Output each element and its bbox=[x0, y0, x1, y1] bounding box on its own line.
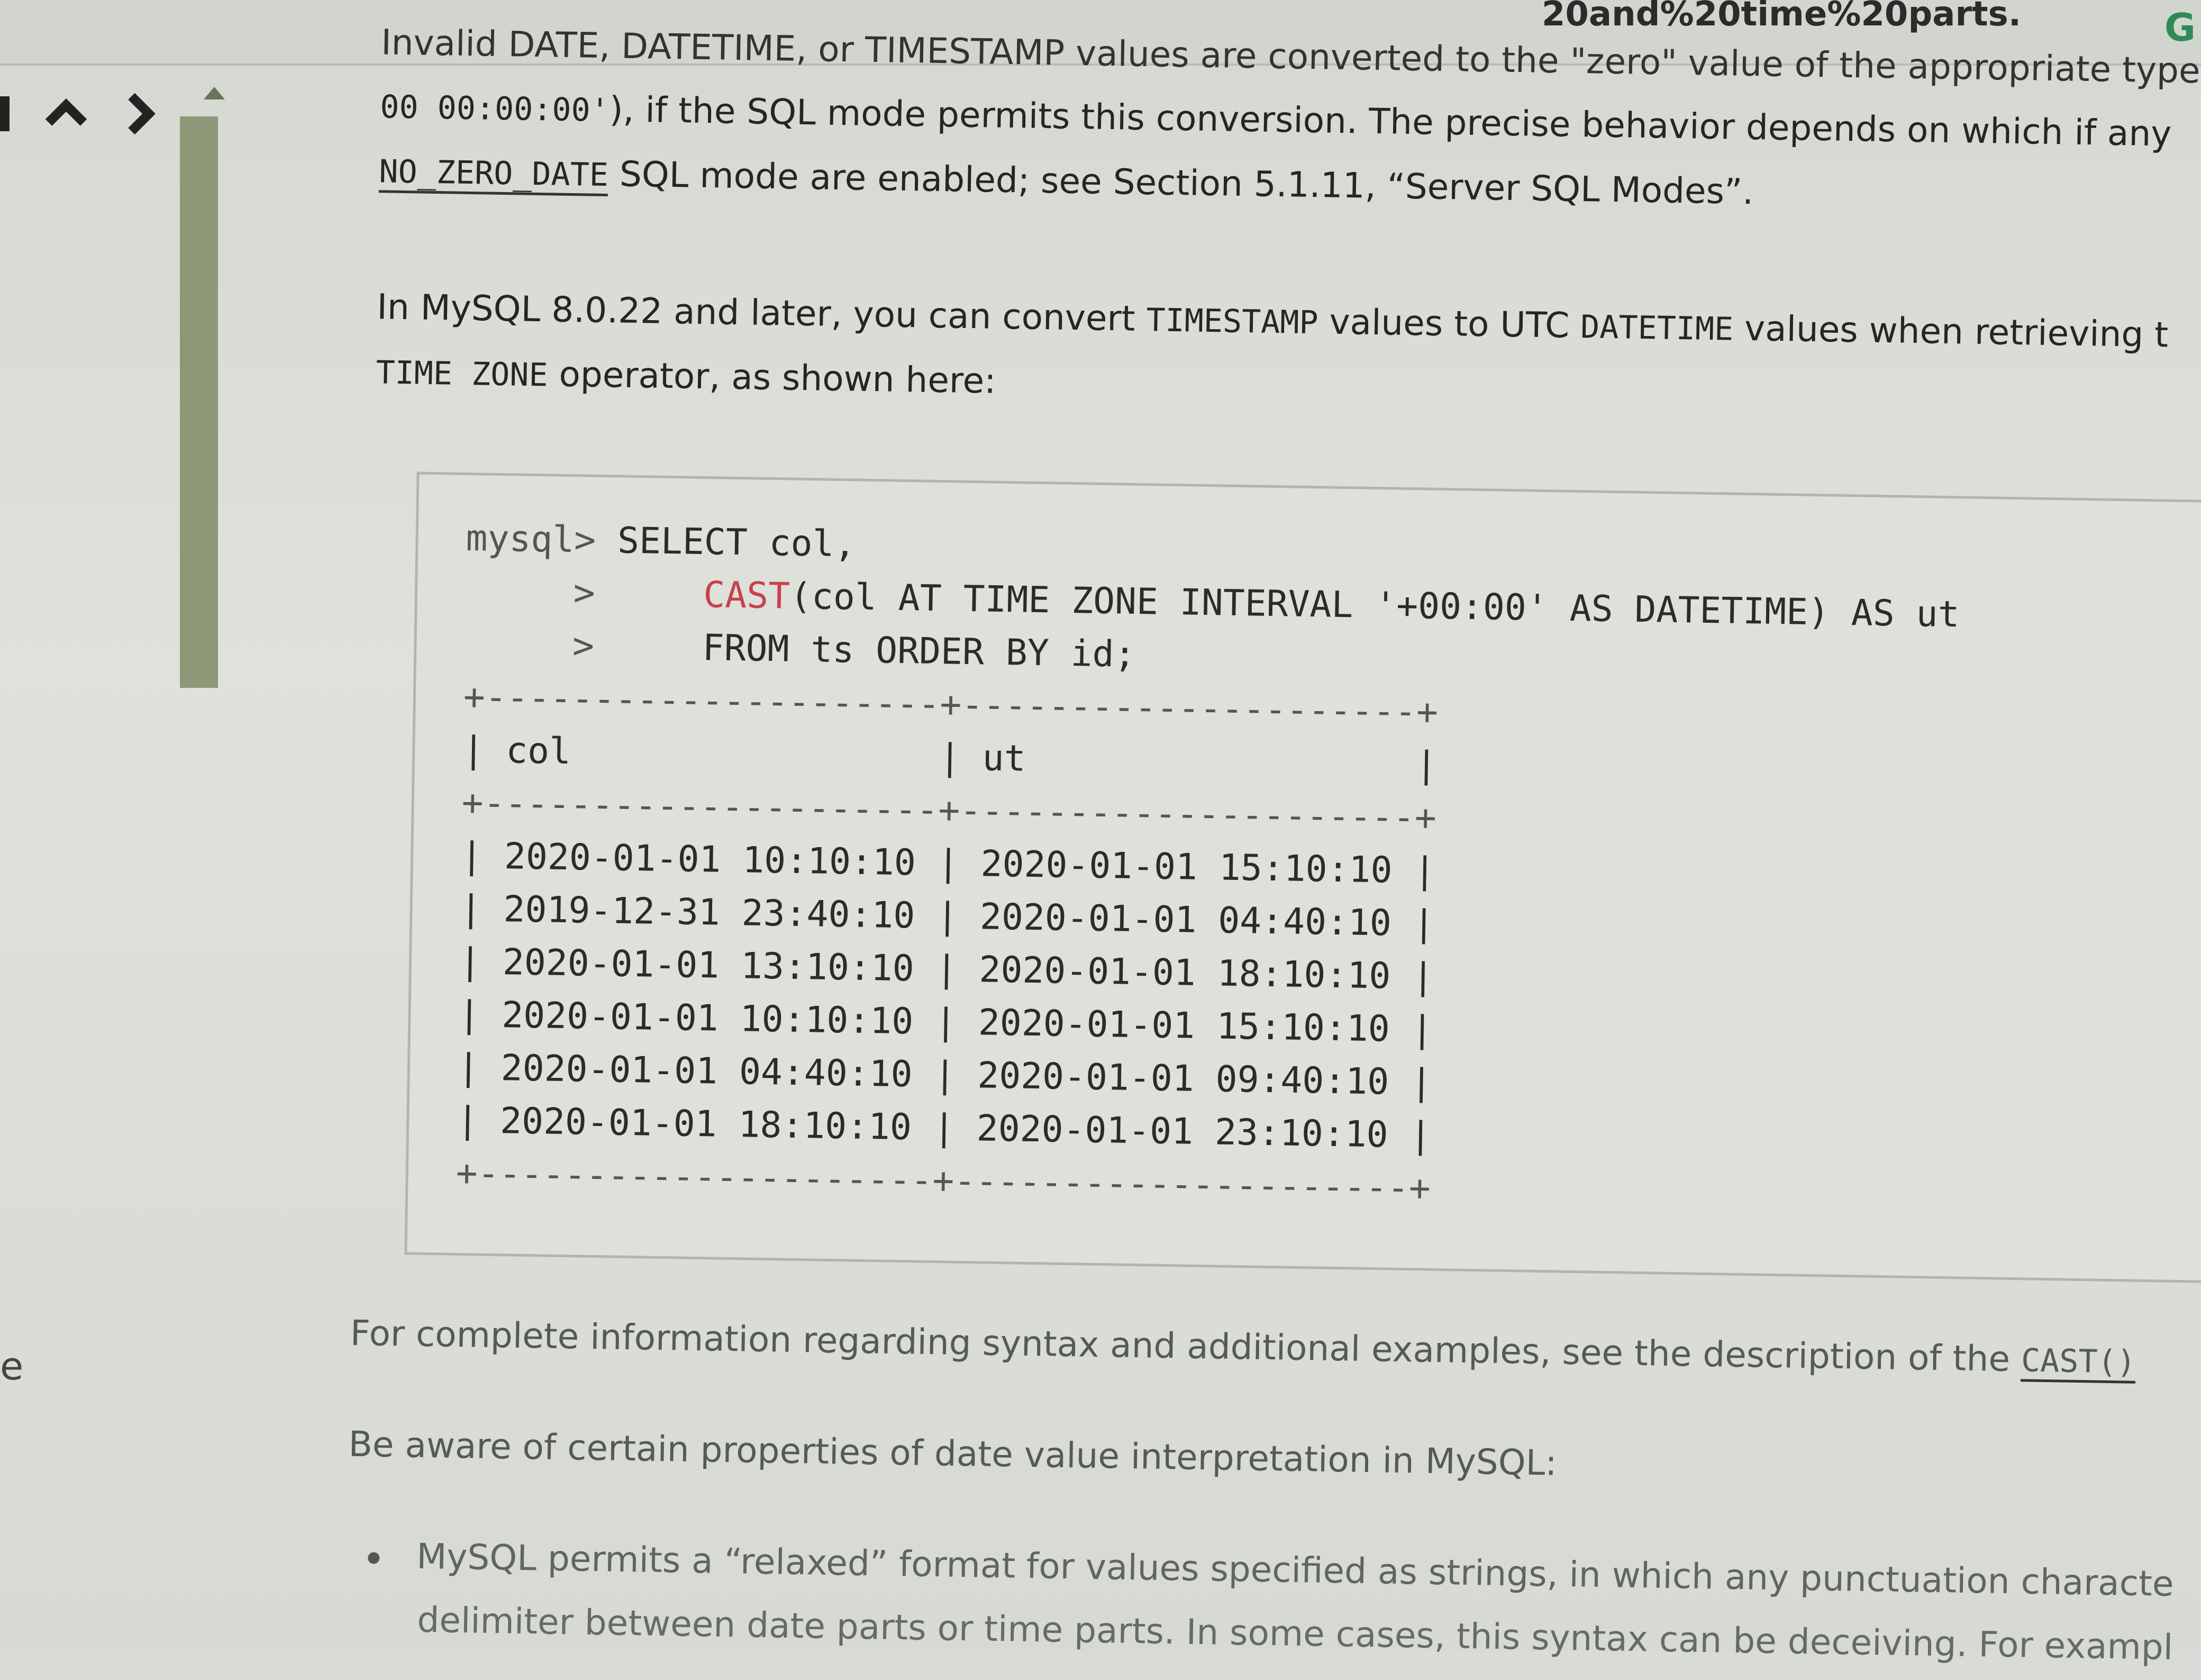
code-keyword-cast: CAST bbox=[703, 574, 790, 617]
inline-code: TIMESTAMP bbox=[1145, 302, 1319, 342]
result-row: | 2020-01-01 10:10:10 | 2020-01-01 15:10… bbox=[458, 993, 1434, 1051]
code-continuation: > bbox=[463, 623, 703, 669]
paragraph-text: values to UTC bbox=[1317, 301, 1581, 346]
paragraph-text: For complete information regarding synta… bbox=[350, 1312, 2022, 1380]
result-cell: 2020-01-01 18:10:10 bbox=[499, 1100, 912, 1149]
address-bar-url[interactable]: 20and%20time%20parts. bbox=[1542, 0, 2021, 34]
inline-code: DATETIME bbox=[1580, 308, 1734, 348]
inline-code: 00 00:00:00' bbox=[379, 88, 610, 130]
documentation-content: Invalid DATE, DATETIME, or TIMESTAMP val… bbox=[345, 22, 2201, 1679]
result-cell: 2020-01-01 13:10:10 bbox=[502, 941, 915, 990]
sql-mode-link[interactable]: NO_ZERO_DATE bbox=[378, 153, 609, 197]
bullet-icon bbox=[368, 1552, 380, 1564]
result-cell: 2020-01-01 18:10:10 bbox=[978, 949, 1391, 997]
result-separator: +---------------------+-----------------… bbox=[463, 676, 1439, 733]
result-row: | 2020-01-01 13:10:10 | 2020-01-01 18:10… bbox=[459, 940, 1434, 998]
code-continuation: > bbox=[465, 570, 704, 616]
paragraph-text: SQL mode are enabled; see Section 5.1.11… bbox=[608, 153, 1754, 213]
paragraph-cast-reference: For complete information regarding synta… bbox=[350, 1302, 2136, 1394]
code-line: SELECT col, bbox=[595, 519, 857, 566]
result-cell: 2020-01-01 23:10:10 bbox=[976, 1107, 1389, 1156]
result-header-col: col bbox=[505, 730, 571, 773]
result-cell: 2020-01-01 10:10:10 bbox=[504, 836, 916, 884]
cast-function-link[interactable]: CAST() bbox=[2021, 1342, 2136, 1384]
result-cell: 2020-01-01 15:10:10 bbox=[980, 843, 1393, 892]
code-example-box: mysql> SELECT col, > CAST(col AT TIME ZO… bbox=[404, 471, 2201, 1283]
code-prompt: mysql> bbox=[465, 517, 596, 561]
result-row: | 2020-01-01 18:10:10 | 2020-01-01 23:10… bbox=[456, 1099, 1432, 1157]
inline-code: TIME ZONE bbox=[375, 354, 549, 394]
screen: 20and%20time%20parts. G e Invalid DATE, … bbox=[0, 0, 2201, 1668]
result-cell: 2020-01-01 04:40:10 bbox=[501, 1047, 913, 1096]
nav-up-icon[interactable] bbox=[37, 85, 95, 143]
nav-home-icon[interactable] bbox=[0, 85, 21, 143]
sidebar-edge-text: e bbox=[0, 1344, 24, 1388]
nav-next-icon[interactable] bbox=[111, 85, 169, 143]
result-row: | 2020-01-01 10:10:10 | 2020-01-01 15:10… bbox=[460, 834, 1436, 892]
scrollbar-thumb[interactable] bbox=[180, 116, 218, 688]
paragraph-text: operator, as shown here: bbox=[548, 353, 997, 402]
paragraph-text: In MySQL 8.0.22 and later, you can conve… bbox=[376, 286, 1147, 340]
paragraph-text: ), if the SQL mode permits this conversi… bbox=[609, 89, 2172, 155]
result-header-ut: ut bbox=[982, 737, 1026, 780]
result-cell: 2020-01-01 15:10:10 bbox=[978, 1002, 1390, 1050]
code-block[interactable]: mysql> SELECT col, > CAST(col AT TIME ZO… bbox=[456, 512, 1961, 1223]
result-separator: +---------------------+-----------------… bbox=[461, 782, 1437, 839]
paragraph-zero-values: Invalid DATE, DATETIME, or TIMESTAMP val… bbox=[378, 11, 2201, 232]
result-separator: +---------------------+-----------------… bbox=[456, 1152, 1431, 1210]
result-cell: 2020-01-01 09:40:10 bbox=[977, 1055, 1389, 1103]
paragraph-text: values when retrieving t bbox=[1733, 307, 2169, 356]
code-line: FROM ts ORDER BY id; bbox=[702, 627, 1136, 676]
paragraph-date-properties: Be aware of certain properties of date v… bbox=[348, 1423, 1558, 1484]
result-cell: 2020-01-01 04:40:10 bbox=[979, 896, 1392, 945]
scroll-up-arrow-icon[interactable] bbox=[204, 85, 225, 101]
result-cell: 2020-01-01 10:10:10 bbox=[501, 994, 914, 1043]
result-header-row: | col | ut | bbox=[462, 729, 1438, 786]
result-row: | 2020-01-01 04:40:10 | 2020-01-01 09:40… bbox=[457, 1046, 1433, 1104]
result-cell: 2019-12-31 23:40:10 bbox=[503, 888, 915, 937]
result-row: | 2019-12-31 23:40:10 | 2020-01-01 04:40… bbox=[459, 887, 1435, 945]
paragraph-utc-conversion: In MySQL 8.0.22 and later, you can conve… bbox=[376, 275, 2169, 432]
code-line: (col AT TIME ZONE INTERVAL '+00:00' AS D… bbox=[789, 575, 1960, 636]
page-navigation bbox=[0, 85, 175, 148]
